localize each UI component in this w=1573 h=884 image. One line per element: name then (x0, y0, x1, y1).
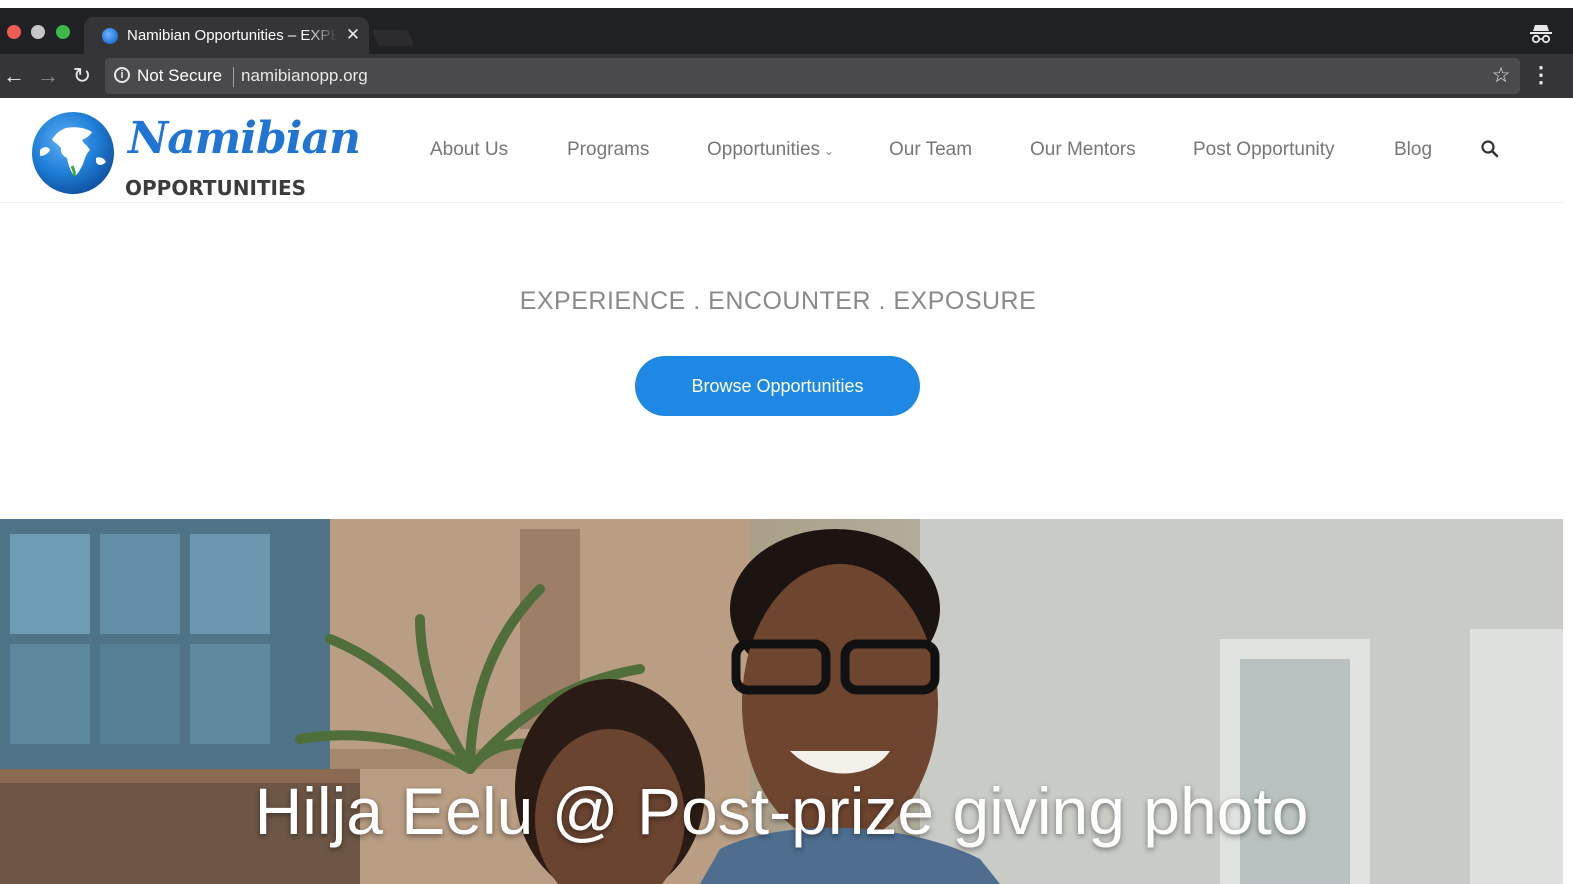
nav-blog[interactable]: Blog (1394, 138, 1432, 162)
banner-caption: Hilja Eelu @ Post-prize giving photo (254, 774, 1309, 848)
nav-our-mentors[interactable]: Our Mentors (1030, 138, 1136, 162)
page-right-edge (1563, 98, 1573, 884)
nav-opportunities-label: Opportunities (707, 139, 821, 160)
window-top-edge (0, 0, 1573, 8)
photo-banner: Hilja Eelu @ Post-prize giving photo (0, 519, 1563, 884)
nav-our-team[interactable]: Our Team (889, 138, 972, 162)
nav-about-us[interactable]: About Us (430, 138, 508, 162)
url-text[interactable]: namibianopp.org (241, 66, 368, 86)
arrow-left-icon[interactable]: ← (2, 64, 26, 88)
nav-opportunities[interactable]: Opportunities ⌄ (707, 138, 834, 163)
address-bar-divider (233, 67, 234, 87)
browser-toolbar: ← → ↻ i Not Secure namibianopp.org ☆ ⋮ (0, 54, 1573, 98)
site-header: Namibian OPPORTUNITIES About Us Programs… (0, 98, 1573, 203)
window-zoom-button[interactable] (56, 25, 70, 39)
search-icon[interactable] (1480, 139, 1500, 159)
site-logo[interactable]: Namibian OPPORTUNITIES (30, 108, 361, 200)
browser-tab-active[interactable]: Namibian Opportunities – EXPERIENCE . EN… (84, 17, 369, 54)
hero-tagline: EXPERIENCE . ENCOUNTER . EXPOSURE (519, 287, 1037, 315)
browser-tab-strip: Namibian Opportunities – EXPERIENCE . EN… (0, 8, 1573, 54)
nav-programs[interactable]: Programs (567, 138, 649, 162)
new-tab-button[interactable] (372, 30, 414, 46)
star-icon[interactable]: ☆ (1489, 64, 1513, 88)
info-icon[interactable]: i (114, 67, 130, 83)
globe-icon (102, 28, 118, 44)
kebab-menu-icon[interactable]: ⋮ (1530, 64, 1552, 88)
logo-script-text: Namibian (128, 113, 361, 164)
incognito-icon[interactable] (1528, 21, 1554, 47)
window-close-button[interactable] (7, 25, 21, 39)
tab-title: Namibian Opportunities – EXPERIENCE . EN… (127, 27, 337, 44)
window-minimize-button[interactable] (31, 25, 45, 39)
security-status[interactable]: Not Secure (137, 66, 222, 86)
address-bar[interactable]: i Not Secure namibianopp.org ☆ (105, 58, 1520, 94)
logo-subtitle: OPPORTUNITIES (125, 176, 307, 200)
globe-logo-icon (32, 112, 114, 194)
tab-close-icon[interactable]: ✕ (343, 25, 363, 45)
nav-post-opportunity[interactable]: Post Opportunity (1193, 138, 1335, 162)
browse-opportunities-button[interactable]: Browse Opportunities (635, 356, 920, 416)
reload-icon[interactable]: ↻ (70, 64, 94, 88)
arrow-right-icon[interactable]: → (36, 64, 60, 88)
chevron-down-icon: ⌄ (824, 144, 835, 158)
